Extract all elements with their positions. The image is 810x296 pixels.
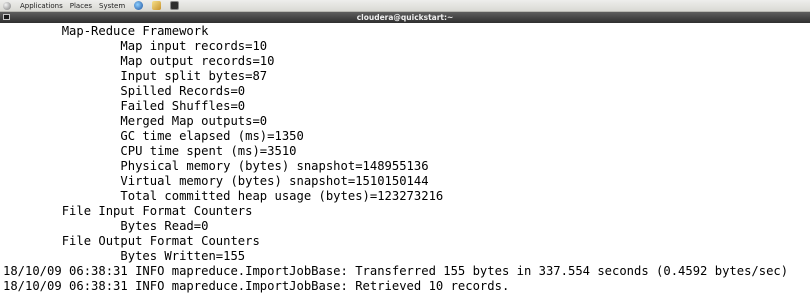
- terminal-line: Bytes Written=155: [3, 249, 246, 263]
- terminal-line: Virtual memory (bytes) snapshot=15101501…: [3, 174, 429, 188]
- terminal-line: Physical memory (bytes) snapshot=1489551…: [3, 159, 429, 173]
- top-panel: Applications Places System: [0, 0, 810, 12]
- terminal-line: CPU time spent (ms)=3510: [3, 144, 297, 158]
- terminal-line: 18/10/09 06:38:31 INFO mapreduce.ImportJ…: [3, 264, 789, 278]
- terminal-line: Failed Shuffles=0: [3, 99, 246, 113]
- menu-applications[interactable]: Applications: [20, 2, 63, 10]
- terminal-icon[interactable]: [170, 1, 180, 10]
- terminal-line: 18/10/09 06:38:31 INFO mapreduce.ImportJ…: [3, 279, 510, 293]
- terminal-line: Bytes Read=0: [3, 219, 209, 233]
- terminal-output[interactable]: Map-Reduce Framework Map input records=1…: [0, 24, 810, 296]
- terminal-line: Spilled Records=0: [3, 84, 246, 98]
- terminal-line: Total committed heap usage (bytes)=12327…: [3, 189, 444, 203]
- menu-system[interactable]: System: [99, 2, 125, 10]
- terminal-line: File Output Format Counters: [3, 234, 260, 248]
- terminal-line: GC time elapsed (ms)=1350: [3, 129, 304, 143]
- terminal-text: Map-Reduce Framework Map input records=1…: [0, 24, 810, 294]
- terminal-line: Input split bytes=87: [3, 69, 268, 83]
- terminal-line: Merged Map outputs=0: [3, 114, 268, 128]
- window-title: cloudera@quickstart:~: [356, 13, 454, 22]
- panel-menu-bar: Applications Places System: [0, 1, 180, 10]
- window-titlebar[interactable]: cloudera@quickstart:~: [0, 12, 810, 23]
- web-browser-icon[interactable]: [134, 1, 144, 10]
- terminal-line: Map output records=10: [3, 54, 275, 68]
- terminal-line: Map-Reduce Framework: [3, 24, 209, 38]
- text-editor-icon[interactable]: [152, 1, 162, 10]
- menu-places[interactable]: Places: [70, 2, 92, 10]
- gnome-foot-icon[interactable]: [3, 1, 11, 10]
- terminal-line: File Input Format Counters: [3, 204, 253, 218]
- terminal-line: Map input records=10: [3, 39, 268, 53]
